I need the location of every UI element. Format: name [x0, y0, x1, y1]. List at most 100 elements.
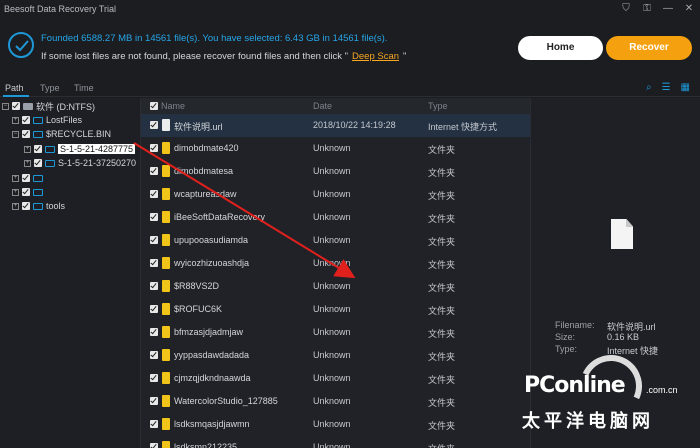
row-name: wyicozhizuoashdja: [174, 258, 250, 268]
row-checkbox[interactable]: [150, 167, 158, 175]
tree-node-unnamed-1[interactable]: +: [12, 171, 43, 185]
row-checkbox[interactable]: [150, 259, 158, 267]
list-view-icon[interactable]: ☰: [662, 82, 671, 93]
tree-node-drive[interactable]: − 软件 (D:NTFS): [2, 99, 95, 113]
row-checkbox[interactable]: [150, 443, 158, 448]
row-name: upupooasudiamda: [174, 235, 249, 245]
row-checkbox[interactable]: [150, 420, 158, 428]
table-row[interactable]: lsdksmqasjdjawmn Unknown 文件夹: [141, 413, 531, 436]
row-checkbox[interactable]: [150, 351, 158, 359]
folder-icon: [162, 165, 170, 177]
tab-path[interactable]: Path: [5, 83, 24, 93]
table-row[interactable]: wcaptureasdaw Unknown 文件夹: [141, 183, 531, 206]
checkbox[interactable]: [22, 188, 30, 196]
row-name: cjmzqjdkndnaawda: [174, 373, 251, 383]
checkbox[interactable]: [22, 202, 30, 210]
checkbox[interactable]: [34, 145, 42, 153]
tree-node-unnamed-2[interactable]: +: [12, 185, 43, 199]
table-row[interactable]: dimobdmate420 Unknown 文件夹: [141, 137, 531, 160]
row-name: dimobdmate420: [174, 143, 239, 153]
row-date: Unknown: [313, 396, 351, 406]
row-type: 文件夹: [428, 283, 456, 293]
folder-icon: [162, 349, 170, 361]
table-row[interactable]: wyicozhizuoashdja Unknown 文件夹: [141, 252, 531, 275]
window-title: Beesoft Data Recovery Trial: [4, 4, 117, 14]
column-name[interactable]: Name: [161, 101, 185, 111]
tree-node-recycle-bin[interactable]: − $RECYCLE.BIN: [12, 127, 111, 141]
tree-label: LostFiles: [46, 115, 83, 125]
row-checkbox[interactable]: [150, 374, 158, 382]
minimize-icon[interactable]: —: [663, 3, 673, 15]
collapse-icon[interactable]: −: [12, 130, 19, 138]
table-row[interactable]: 软件说明.url 2018/10/22 14:19:28 Internet 快捷方式: [141, 114, 531, 137]
key-icon[interactable]: ⚿: [642, 3, 652, 15]
folder-icon: [162, 234, 170, 246]
home-button[interactable]: Home: [518, 36, 603, 60]
select-all-checkbox[interactable]: [150, 102, 158, 110]
row-checkbox[interactable]: [150, 328, 158, 336]
view-tabs: Path Type Time ⌕ ☰ ▦: [0, 79, 700, 97]
column-date[interactable]: Date: [313, 101, 332, 111]
row-checkbox[interactable]: [150, 121, 158, 129]
drive-icon: [23, 102, 33, 110]
row-checkbox[interactable]: [150, 282, 158, 290]
row-checkbox[interactable]: [150, 190, 158, 198]
checkbox[interactable]: [22, 130, 30, 138]
row-name: $ROFUC6K: [174, 304, 223, 314]
tab-time[interactable]: Time: [74, 83, 94, 93]
meta-filename: Filename: 软件说明.url: [555, 320, 656, 332]
checkbox[interactable]: [34, 159, 42, 167]
meta-label: Type:: [555, 344, 578, 354]
tree-node-sid-2[interactable]: + S-1-5-21-37250270: [24, 156, 136, 170]
checkbox[interactable]: [22, 116, 30, 124]
table-row[interactable]: $R88VS2D Unknown 文件夹: [141, 275, 531, 298]
row-name: 软件说明.url: [174, 122, 223, 132]
row-checkbox[interactable]: [150, 144, 158, 152]
folder-icon: [162, 257, 170, 269]
table-row[interactable]: dimobdmatesa Unknown 文件夹: [141, 160, 531, 183]
expand-icon[interactable]: +: [24, 145, 31, 153]
row-name: wcaptureasdaw: [174, 189, 237, 199]
meta-value: 0.16 KB: [607, 332, 640, 342]
table-row[interactable]: $ROFUC6K Unknown 文件夹: [141, 298, 531, 321]
found-summary: Founded 6588.27 MB in 14561 file(s). You…: [41, 33, 388, 44]
folder-icon: [162, 372, 170, 384]
shop-icon[interactable]: ⛉: [621, 3, 631, 15]
expand-icon[interactable]: +: [12, 174, 19, 182]
table-row[interactable]: WatercolorStudio_127885 Unknown 文件夹: [141, 390, 531, 413]
row-type: 文件夹: [428, 306, 456, 316]
row-type: 文件夹: [428, 352, 456, 362]
collapse-icon[interactable]: −: [2, 102, 9, 110]
row-checkbox[interactable]: [150, 213, 158, 221]
search-icon[interactable]: ⌕: [646, 82, 652, 93]
row-type: 文件夹: [428, 421, 456, 431]
expand-icon[interactable]: +: [12, 188, 19, 196]
table-row[interactable]: upupooasudiamda Unknown 文件夹: [141, 229, 531, 252]
table-row[interactable]: yyppasdawdadada Unknown 文件夹: [141, 344, 531, 367]
column-type[interactable]: Type: [428, 101, 448, 111]
row-date: Unknown: [313, 327, 351, 337]
recover-button[interactable]: Recover: [606, 36, 692, 60]
close-icon[interactable]: ✕: [684, 3, 694, 15]
folder-icon: [33, 188, 43, 196]
tree-node-tools[interactable]: + tools: [12, 199, 65, 213]
expand-icon[interactable]: +: [12, 202, 19, 210]
checkbox[interactable]: [22, 174, 30, 182]
checkbox[interactable]: [12, 102, 20, 110]
tree-node-sid-1[interactable]: + S-1-5-21-4287775: [24, 142, 136, 156]
table-row[interactable]: iBeeSoftDataRecovery Unknown 文件夹: [141, 206, 531, 229]
row-checkbox[interactable]: [150, 305, 158, 313]
tab-type[interactable]: Type: [40, 83, 60, 93]
table-row[interactable]: cjmzqjdkndnaawda Unknown 文件夹: [141, 367, 531, 390]
row-checkbox[interactable]: [150, 236, 158, 244]
expand-icon[interactable]: +: [12, 116, 19, 124]
grid-view-icon[interactable]: ▦: [681, 82, 690, 93]
row-name: WatercolorStudio_127885: [174, 396, 278, 406]
row-checkbox[interactable]: [150, 397, 158, 405]
watermark-domain: .com.cn: [646, 385, 678, 395]
deep-scan-link[interactable]: Deep Scan: [352, 51, 399, 62]
expand-icon[interactable]: +: [24, 159, 31, 167]
table-row[interactable]: bfmzasjdjadmjaw Unknown 文件夹: [141, 321, 531, 344]
tree-node-lostfiles[interactable]: + LostFiles: [12, 113, 82, 127]
table-row[interactable]: lsdksmn212235 Unknown 文件夹: [141, 436, 531, 448]
